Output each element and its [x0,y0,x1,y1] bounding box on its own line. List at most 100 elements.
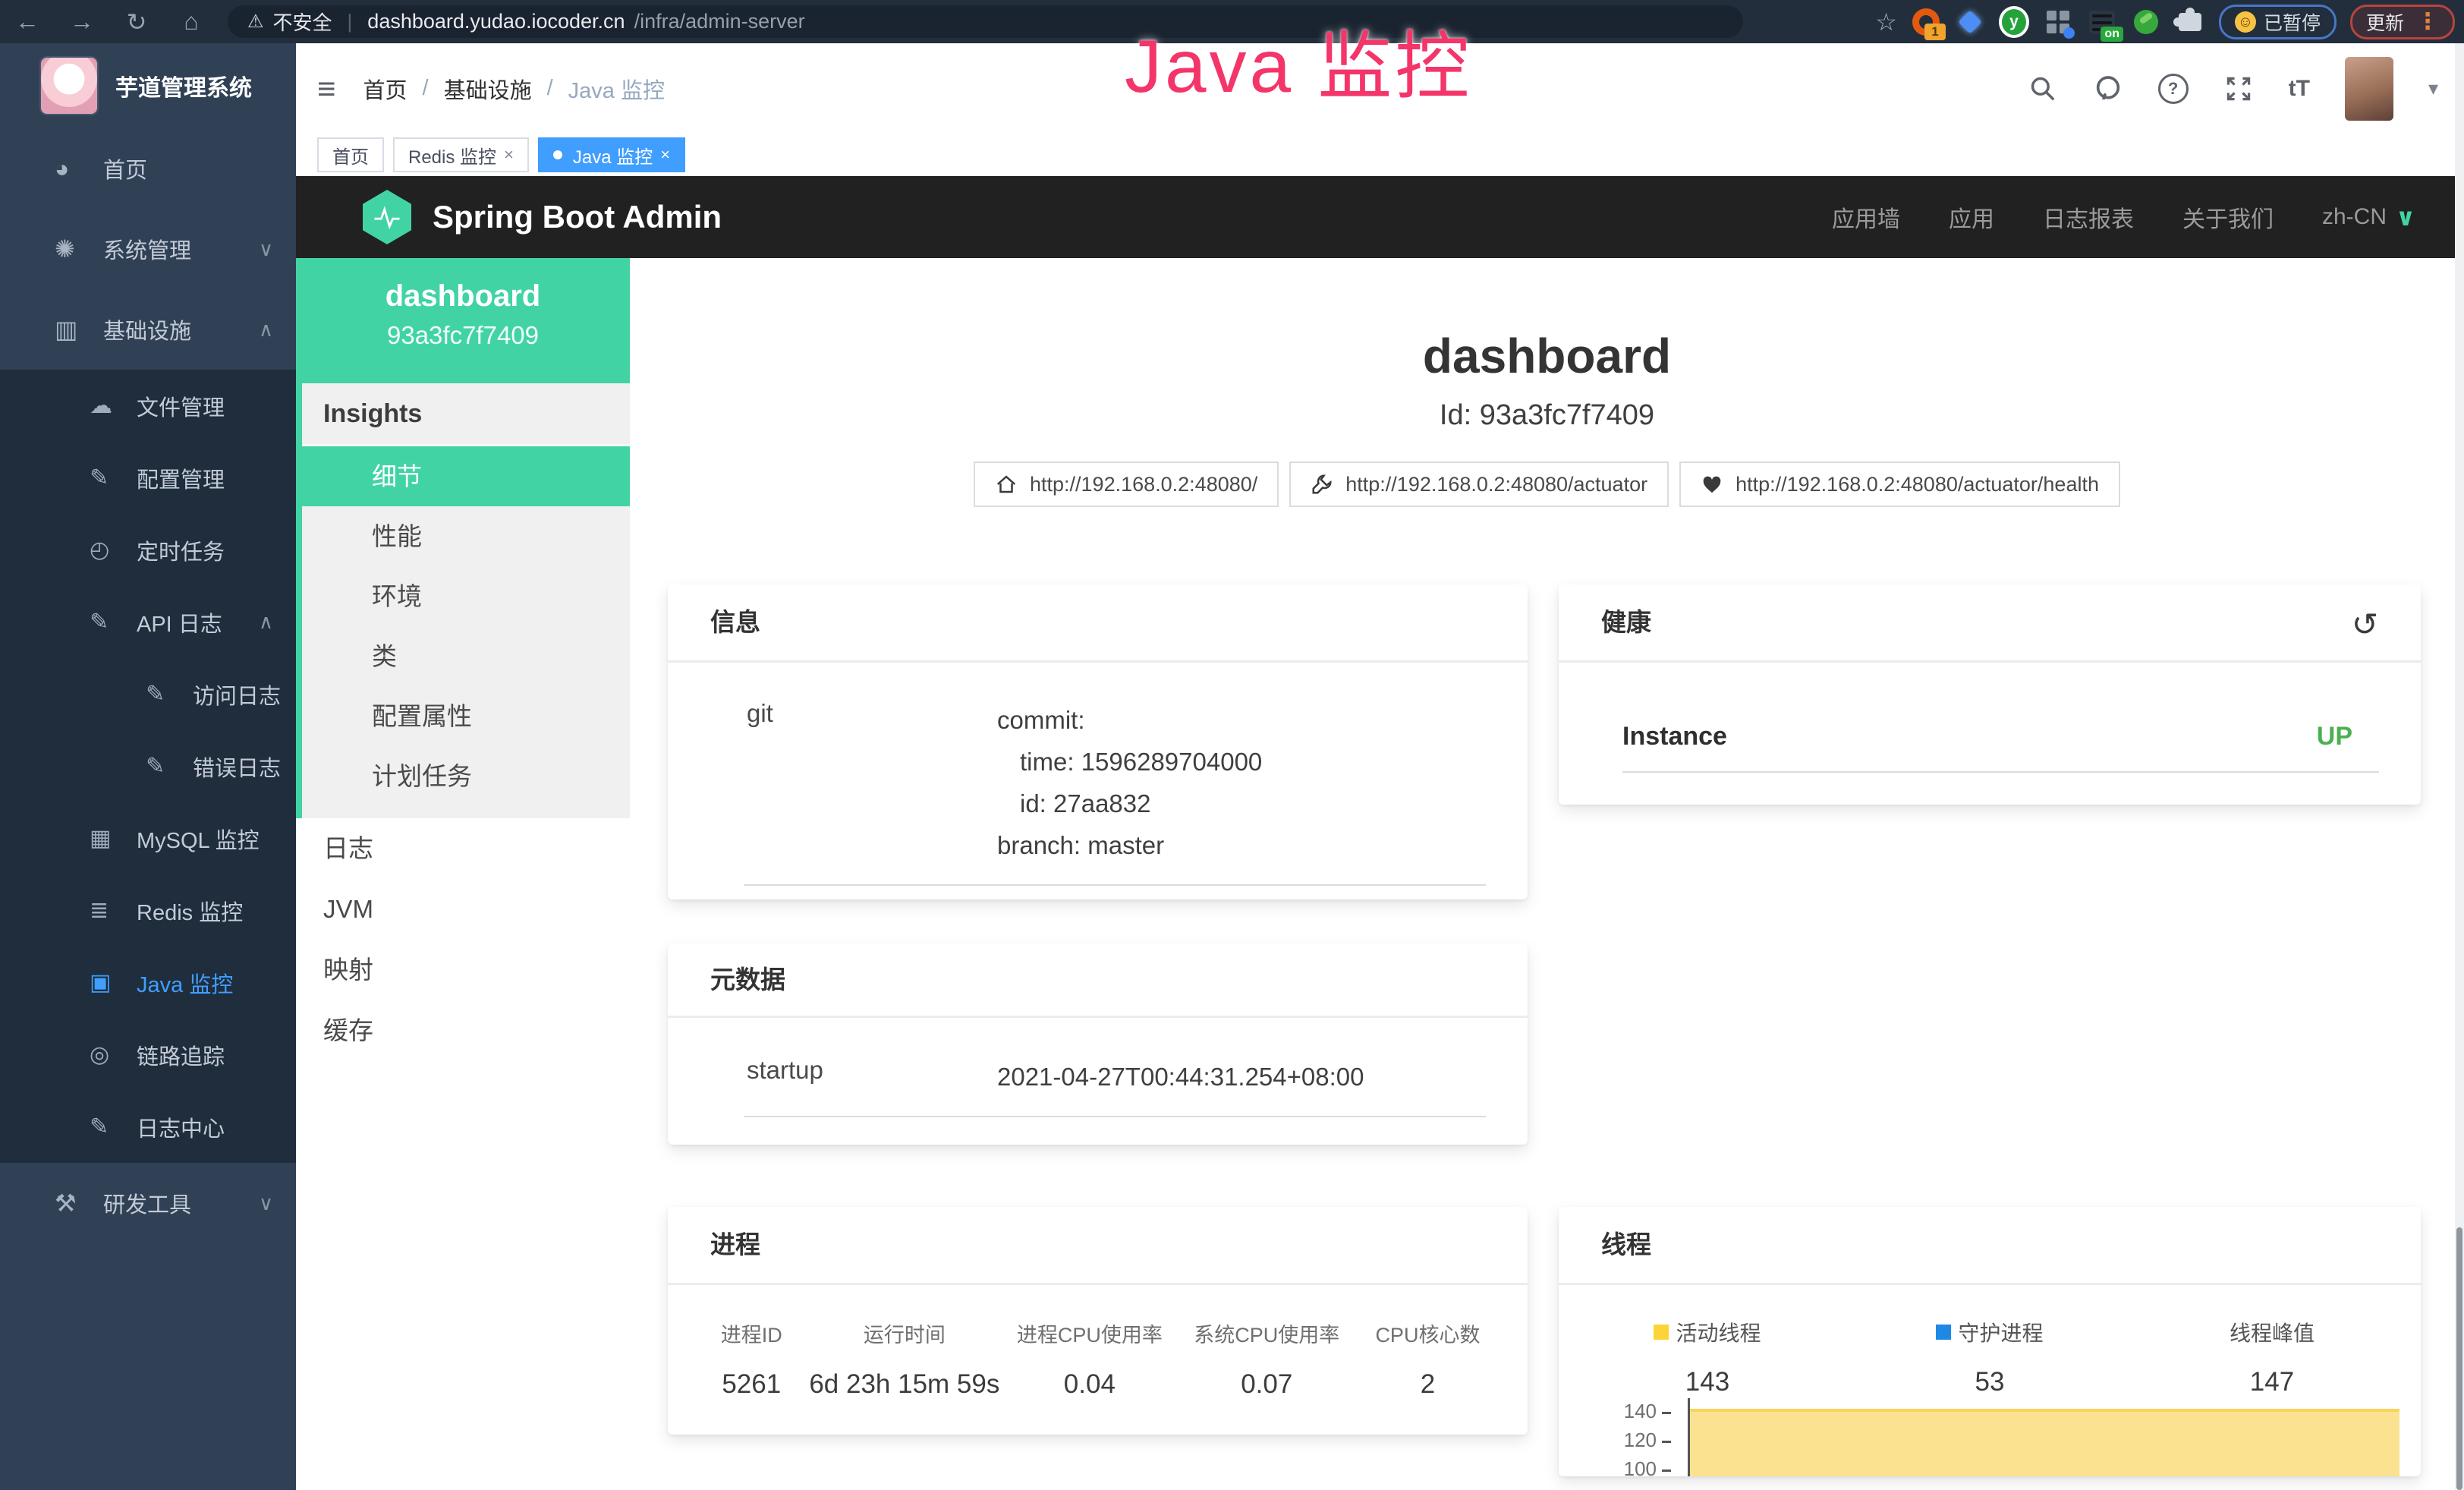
breadcrumb-home[interactable]: 首页 [363,73,408,105]
history-icon[interactable]: ↺ [2352,606,2378,643]
sba-instance-header[interactable]: dashboard 93a3fc7f7409 [296,258,630,383]
bookmark-star-icon[interactable]: ☆ [1875,8,1897,36]
sidebar-item-tracing[interactable]: ◎ 链路追踪 [0,1019,296,1091]
sba-sidebar: dashboard 93a3fc7f7409 Insights 细节 性能 环境… [296,258,630,1490]
close-icon[interactable]: × [660,145,670,165]
header-actions: ? tT ▾ [2028,57,2438,121]
sidebar-item-log-center[interactable]: ✎ 日志中心 [0,1091,296,1163]
home-icon[interactable]: ⌂ [164,8,219,36]
sba-section-title: Insights [302,383,630,446]
tags-view-bar: 首页 Redis 监控 × Java 监控 × [296,134,2464,178]
sba-logo-icon[interactable] [363,190,411,244]
sba-nav-wallboard[interactable]: 应用墙 [1832,200,1900,234]
github-icon[interactable] [2093,74,2123,104]
sba-brand[interactable]: Spring Boot Admin [433,199,722,235]
sidebar-item-config-mgmt[interactable]: ✎ 配置管理 [0,442,296,514]
info-card-title: 信息 [668,584,1528,663]
sidebar-item-error-logs[interactable]: ✎ 错误日志 [0,730,296,802]
sidebar-item-access-logs[interactable]: ✎ 访问日志 [0,658,296,730]
divider [1622,771,2379,773]
sidebar-item-dev-tools[interactable]: ⚒ 研发工具 ∨ [0,1163,296,1243]
info-value: commit: time: 1596289704000 id: 27aa832 … [997,699,1262,866]
sidebar-item-file-mgmt[interactable]: ☁ 文件管理 [0,370,296,442]
sidebar-item-label: 基础设施 [103,313,191,345]
extension-icon[interactable]: 1 [1911,7,1941,37]
sba-nav-journal[interactable]: 日志报表 [2043,200,2134,234]
update-button[interactable]: 更新 ⋮ [2350,5,2455,39]
divider [744,884,1486,886]
page-scrollbar[interactable] [2455,43,2464,1490]
url-bar[interactable]: ⚠ 不安全 | dashboard.yudao.iocoder.cn /infr… [228,5,1743,38]
health-url-link[interactable]: http://192.168.0.2:48080/actuator/health [1679,461,2120,507]
sba-menu-environment[interactable]: 环境 [302,566,630,626]
sidebar-item-home[interactable]: ◕ 首页 [0,128,296,209]
extension-leaf-icon[interactable] [2131,7,2161,37]
sidebar-item-system-mgmt[interactable]: ✺ 系统管理 ∨ [0,209,296,289]
back-icon[interactable]: ← [0,8,55,36]
avatar-caret-icon[interactable]: ▾ [2428,77,2438,100]
scrollbar-thumb[interactable] [2456,1227,2462,1490]
tab-home[interactable]: 首页 [317,137,384,172]
sidebar-item-infrastructure[interactable]: ▥ 基础设施 ∧ [0,289,296,370]
url-host[interactable]: dashboard.yudao.iocoder.cn [367,10,625,33]
font-size-icon[interactable]: tT [2289,76,2310,102]
layers-icon: ≣ [90,897,137,924]
close-icon[interactable]: × [504,145,514,165]
breadcrumb-infrastructure[interactable]: 基础设施 [444,73,532,105]
sba-nav-about[interactable]: 关于我们 [2182,200,2274,234]
not-secure-label[interactable]: 不安全 [273,8,332,36]
sba-locale-label: zh-CN [2322,204,2387,230]
sba-locale-select[interactable]: zh-CN ∨ [2322,203,2415,232]
url-divider: | [348,10,353,33]
extension-list-icon[interactable]: on [2087,7,2117,37]
monitor-icon: ▥ [55,315,103,344]
sba-menu-jvm[interactable]: JVM [296,879,630,940]
git-branch-line: branch: master [997,824,1262,866]
chevron-down-icon: ∨ [2396,203,2415,232]
sba-menu-mappings[interactable]: 映射 [296,940,630,1000]
paused-pill[interactable]: ☺ 已暂停 [2219,5,2337,39]
help-icon[interactable]: ? [2158,74,2189,104]
sidebar-item-java-monitor[interactable]: ▣ Java 监控 [0,947,296,1019]
sba-menu-details[interactable]: 细节 [296,446,630,506]
extension-y-icon[interactable]: y [1999,7,2029,37]
app-logo-row[interactable]: 芋道管理系统 [0,43,296,128]
update-label: 更新 [2366,8,2404,36]
sba-menu-classes[interactable]: 类 [302,626,630,686]
avatar[interactable] [2345,57,2393,121]
tab-label: Redis 监控 [408,142,496,169]
process-pid: 5261 [695,1369,808,1400]
sba-menu-metrics[interactable]: 性能 [302,506,630,566]
cpu-cores: 2 [1355,1369,1500,1400]
sba-navbar: Spring Boot Admin 应用墙 应用 日志报表 关于我们 zh-CN… [296,176,2464,258]
sba-menu-logs[interactable]: 日志 [296,818,630,879]
sba-menu-scheduled[interactable]: 计划任务 [302,746,630,806]
database-icon: ▦ [90,825,137,852]
app-brand: 芋道管理系统 [115,69,252,102]
sba-menu-caches[interactable]: 缓存 [296,1000,630,1061]
service-url-link[interactable]: http://192.168.0.2:48080/ [974,461,1279,507]
fullscreen-icon[interactable] [2223,74,2254,104]
extension-grid-icon[interactable] [2043,7,2073,37]
extensions-puzzle-icon[interactable] [2175,7,2205,37]
sidebar-item-scheduled-tasks[interactable]: ◴ 定时任务 [0,514,296,586]
process-col-header: 进程CPU使用率 [1001,1318,1178,1348]
browser-menu-icon[interactable]: ⋮ [2416,8,2439,35]
search-icon[interactable] [2028,74,2058,104]
forward-icon[interactable]: → [55,8,109,36]
tab-java-monitor[interactable]: Java 监控 × [538,137,685,172]
sidebar-item-redis-monitor[interactable]: ≣ Redis 监控 [0,874,296,947]
reload-icon[interactable]: ↻ [109,8,164,36]
actuator-url-link[interactable]: http://192.168.0.2:48080/actuator [1289,461,1669,507]
process-col-header: 系统CPU使用率 [1179,1318,1355,1348]
sidebar-item-mysql-monitor[interactable]: ▦ MySQL 监控 [0,802,296,874]
screen-icon: ▣ [90,969,137,996]
gear-icon: ✺ [55,235,103,263]
sba-menu-config-props[interactable]: 配置属性 [302,686,630,746]
sba-nav-applications[interactable]: 应用 [1949,200,1994,234]
chevron-down-icon: ∨ [259,238,273,261]
sidebar-item-api-logs[interactable]: ✎ API 日志 ∧ [0,586,296,658]
extension-gem-icon[interactable] [1955,7,1985,37]
tab-redis-monitor[interactable]: Redis 监控 × [393,137,529,172]
collapse-sidebar-icon[interactable]: ≡ [317,71,336,107]
